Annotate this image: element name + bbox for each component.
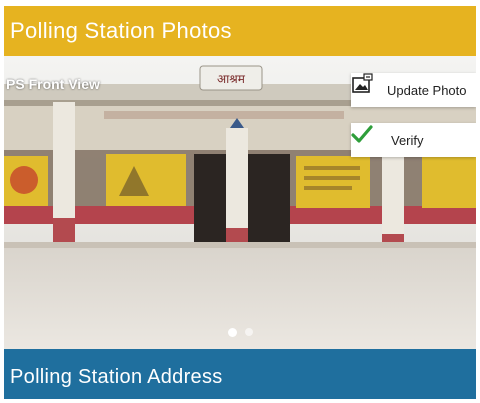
section-title-address: Polling Station Address (4, 349, 476, 399)
building-sign-text: आश्रम (217, 72, 246, 86)
update-photo-button[interactable]: Update Photo (351, 73, 476, 107)
verify-button[interactable]: Verify (351, 123, 476, 157)
checkmark-icon (351, 125, 381, 152)
carousel-indicator (4, 328, 476, 337)
carousel-dot-2[interactable] (244, 328, 253, 336)
photo-caption: PS Front View (6, 76, 100, 92)
carousel-dot-1[interactable] (227, 328, 237, 337)
section-title-photos: Polling Station Photos (4, 6, 476, 56)
update-photo-label: Update Photo (387, 82, 467, 98)
image-edit-icon (352, 73, 379, 102)
polling-station-card: Polling Station Photos आश्रम PS Front Vi… (4, 6, 476, 399)
polling-station-photo[interactable]: आश्रम PS Front View Update Photo Verify (4, 56, 476, 349)
verify-label: Verify (391, 132, 424, 148)
